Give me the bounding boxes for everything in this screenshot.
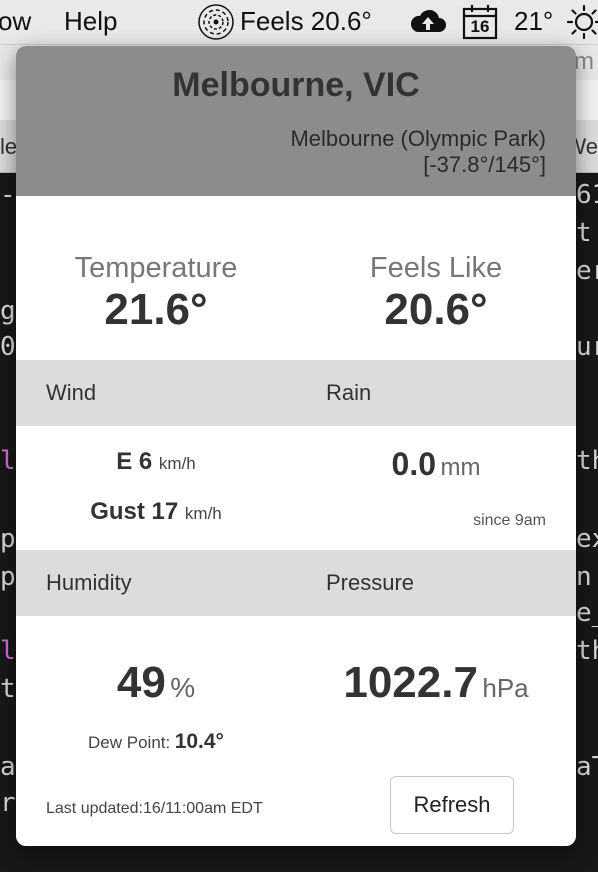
wind-gust-unit: km/h: [184, 504, 222, 523]
humidity-unit: %: [170, 672, 196, 703]
cloud-upload-icon[interactable]: [408, 6, 448, 43]
station-coordinates: [-37.8°/145°]: [423, 152, 546, 177]
weather-popover: Melbourne, VIC Melbourne (Olympic Park) …: [16, 46, 576, 846]
bg-code-line: l: [0, 636, 16, 666]
wind-gust: Gust 17 km/h: [16, 498, 296, 526]
bg-code-line: t: [576, 218, 592, 248]
station-info: Melbourne (Olympic Park) [-37.8°/145°]: [290, 126, 546, 178]
rain-amount: 0.0 mm: [296, 446, 576, 483]
rain-since: since 9am: [473, 512, 546, 529]
feels-like-block: Feels Like 20.6°: [296, 252, 576, 335]
menu-item-partial[interactable]: ow: [0, 6, 31, 37]
wind-direction-speed: E 6: [116, 448, 153, 475]
menu-bar: ow Help Feels 20.6° 16 21°: [0, 0, 598, 45]
bg-code-line: e_: [576, 598, 598, 628]
bg-code-line: ex: [576, 524, 598, 554]
bg-code-line: -: [0, 180, 16, 210]
wind-label: Wind: [46, 380, 97, 405]
rain-value: 0.0: [391, 446, 437, 482]
temperature-value: 21.6°: [104, 285, 208, 334]
temperature-label: Temperature: [74, 252, 238, 284]
bg-code-line: er: [576, 256, 598, 286]
sun-icon[interactable]: [566, 4, 598, 47]
bg-code-line: t: [0, 674, 16, 704]
dew-point-value: 10.4°: [174, 730, 224, 753]
background-tab-text-3: le: [0, 134, 18, 159]
bg-code-line: th: [576, 636, 598, 666]
bg-code-line: g: [0, 296, 16, 326]
dew-point-label: Dew Point:: [88, 733, 171, 752]
background-tab-text: m: [574, 48, 594, 75]
pressure-value-block: 1022.7 hPa: [296, 658, 576, 708]
station-name: Melbourne (Olympic Park): [290, 126, 546, 151]
rain-label: Rain: [326, 380, 372, 405]
feels-like-label: Feels Like: [369, 252, 503, 284]
bg-code-line: 61: [576, 180, 598, 210]
bg-code-line: p: [0, 524, 16, 554]
rain-unit: mm: [440, 454, 481, 481]
city-title: Melbourne, VIC: [172, 66, 420, 104]
feels-like-value: 20.6°: [384, 285, 488, 334]
menu-item-help[interactable]: Help: [64, 6, 117, 37]
humidity-value-block: 49 %: [16, 658, 296, 708]
bg-code-line: th: [576, 446, 598, 476]
bg-code-line: n: [576, 562, 592, 592]
humidity-value: 49: [116, 658, 166, 707]
pressure-value: 1022.7: [343, 658, 478, 707]
bg-code-line: p: [0, 562, 16, 592]
pressure-unit: hPa: [482, 673, 529, 703]
temperature-block: Temperature 21.6°: [16, 252, 296, 335]
humidity-pressure-header: Humidity Pressure: [16, 550, 576, 616]
calendar-day: 16: [470, 17, 490, 36]
refresh-button[interactable]: Refresh: [390, 776, 514, 834]
pressure-label: Pressure: [326, 570, 415, 595]
humidity-label: Humidity: [46, 570, 132, 595]
last-updated: Last updated:16/11:00am EDT: [46, 800, 263, 817]
wind-speed: E 6 km/h: [16, 448, 296, 476]
bg-code-line: r: [0, 788, 16, 818]
spiral-weather-icon[interactable]: [196, 2, 236, 49]
popover-header: Melbourne, VIC Melbourne (Olympic Park) …: [16, 46, 576, 196]
dew-point: Dew Point: 10.4°: [16, 730, 296, 754]
bg-code-line: aT: [576, 752, 598, 782]
bg-code-line: 0: [0, 332, 16, 362]
wind-rain-header: Wind Rain: [16, 360, 576, 426]
bg-code-line: l: [0, 446, 16, 476]
bg-code-line: a: [0, 752, 16, 782]
feels-like-status[interactable]: Feels 20.6°: [240, 6, 372, 37]
wind-gust-value: Gust 17: [90, 498, 179, 525]
bg-code-line: ur: [576, 332, 598, 362]
wind-speed-unit: km/h: [158, 454, 196, 473]
temperature-status[interactable]: 21°: [514, 6, 553, 37]
